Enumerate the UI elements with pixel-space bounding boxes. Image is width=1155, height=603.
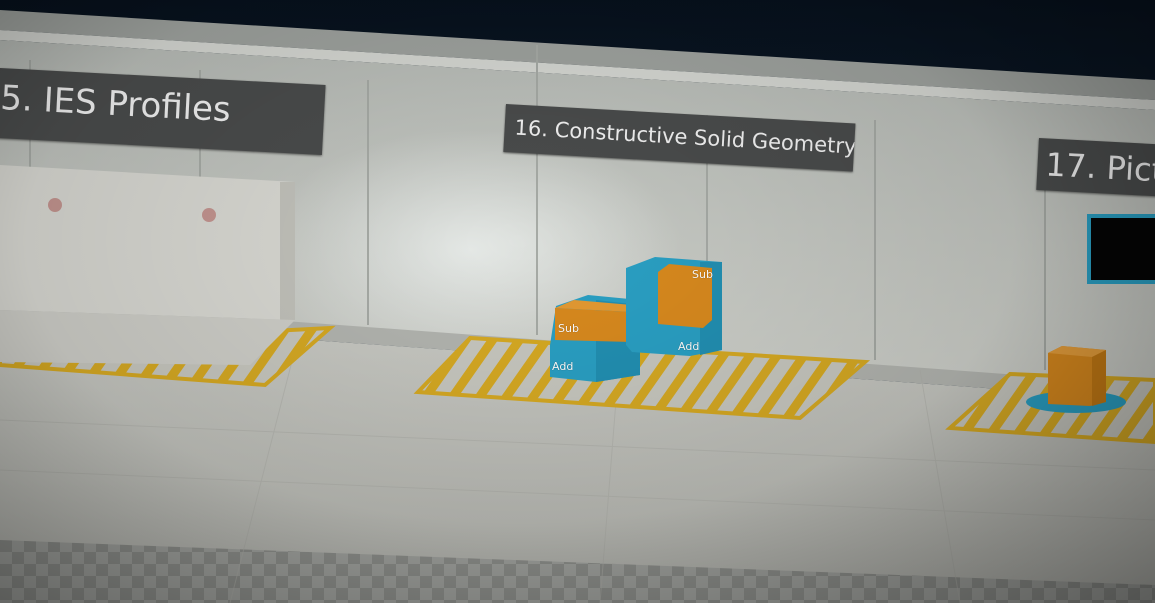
csg-add-tall-label: Add <box>678 340 700 353</box>
pict-screen <box>1087 214 1155 284</box>
csg-sub-tall-label: Sub <box>692 268 713 281</box>
ies-light-box <box>0 165 295 320</box>
csg-add-small-label: Add <box>552 360 574 373</box>
csg-sub-small-label: Sub <box>558 322 579 335</box>
sign-pict-text: 17. Pict <box>1044 145 1155 190</box>
sign-pict: 17. Pict <box>1036 138 1155 198</box>
game-viewport: 5. IES Profiles 16. Constructive Solid G… <box>0 0 1155 603</box>
